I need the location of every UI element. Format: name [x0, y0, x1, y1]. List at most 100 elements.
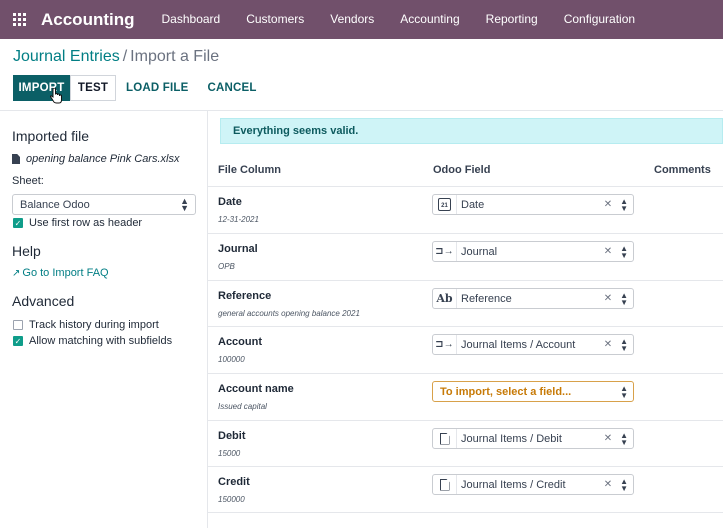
first-row-header-checkbox[interactable]: ✓	[13, 218, 23, 228]
text-icon: Ab	[433, 289, 457, 308]
header-file-column: File Column	[218, 164, 281, 176]
odoo-field-select[interactable]: To import, select a field... ▲ ▼	[432, 381, 634, 402]
column-sample: general accounts opening balance 2021	[218, 309, 360, 318]
validation-message: Everything seems valid.	[233, 125, 359, 137]
header-odoo-field: Odoo Field	[433, 164, 491, 176]
odoo-field-select[interactable]: Ab Reference ✕ ▲ ▼	[432, 288, 634, 309]
odoo-field-select[interactable]: Journal Items / Debit ✕ ▲ ▼	[432, 428, 634, 449]
chevron-updown-icon: ▲ ▼	[620, 336, 628, 353]
first-row-header-option[interactable]: ✓ Use first row as header	[13, 217, 142, 229]
odoo-field-placeholder: To import, select a field...	[440, 385, 572, 398]
column-sample: 150000	[218, 495, 245, 504]
import-faq-label: Go to Import FAQ	[22, 267, 109, 279]
odoo-field-select[interactable]: ⊐→ Journal ✕ ▲ ▼	[432, 241, 634, 262]
odoo-field-value: Date	[461, 198, 485, 211]
column-sample: 100000	[218, 355, 245, 364]
odoo-field-value: Reference	[461, 292, 512, 305]
chevron-updown-icon: ▲ ▼	[620, 196, 628, 213]
advanced-heading: Advanced	[12, 293, 75, 309]
action-buttons: IMPORT TEST LOAD FILE CANCEL	[13, 75, 257, 104]
table-row: Date 12-31-2021 21 Date ✕ ▲ ▼	[208, 186, 723, 233]
clear-icon[interactable]: ✕	[604, 246, 612, 257]
breadcrumb-separator: /	[122, 48, 128, 65]
calendar-icon: 21	[433, 195, 457, 214]
main-menu: Dashboard Customers Vendors Accounting R…	[149, 0, 649, 39]
menu-item-accounting[interactable]: Accounting	[387, 0, 472, 39]
column-name: Date	[218, 196, 242, 208]
track-history-checkbox[interactable]	[13, 320, 23, 330]
column-name: Reference	[218, 290, 272, 302]
imported-file: opening balance Pink Cars.xlsx	[12, 153, 179, 165]
clear-icon[interactable]: ✕	[604, 479, 612, 490]
hand-cursor-icon	[50, 88, 62, 104]
relation-icon: ⊐→	[433, 335, 457, 354]
menu-item-customers[interactable]: Customers	[233, 0, 317, 39]
menu-item-reporting[interactable]: Reporting	[473, 0, 551, 39]
sheet-select-value: Balance Odoo	[20, 198, 90, 211]
table-row: Debit 15000 Journal Items / Debit ✕ ▲ ▼	[208, 420, 723, 466]
menu-item-vendors[interactable]: Vendors	[317, 0, 387, 39]
header-comments: Comments	[654, 164, 711, 176]
test-button[interactable]: TEST	[70, 75, 116, 101]
cancel-button[interactable]: CANCEL	[208, 75, 257, 101]
sheet-label: Sheet:	[12, 175, 44, 187]
column-sample: Issued capital	[218, 402, 267, 411]
clear-icon[interactable]: ✕	[604, 339, 612, 350]
import-faq-link[interactable]: ↗ Go to Import FAQ	[12, 267, 109, 279]
menu-item-configuration[interactable]: Configuration	[551, 0, 648, 39]
external-link-icon: ↗	[12, 267, 21, 279]
table-row: Credit 150000 Journal Items / Credit ✕ ▲…	[208, 466, 723, 513]
help-heading: Help	[12, 243, 41, 259]
chevron-updown-icon: ▲ ▼	[620, 243, 628, 260]
table-row: Account name Issued capital To import, s…	[208, 373, 723, 420]
document-icon	[433, 429, 457, 448]
subfields-option[interactable]: ✓ Allow matching with subfields	[13, 335, 172, 347]
menu-item-dashboard[interactable]: Dashboard	[149, 0, 234, 39]
chevron-updown-icon: ▲ ▼	[180, 196, 189, 213]
chevron-updown-icon: ▲ ▼	[620, 383, 628, 400]
odoo-field-select[interactable]: 21 Date ✕ ▲ ▼	[432, 194, 634, 215]
table-row: Account 100000 ⊐→ Journal Items / Accoun…	[208, 326, 723, 373]
chevron-updown-icon: ▲ ▼	[620, 476, 628, 493]
top-navbar: Accounting Dashboard Customers Vendors A…	[0, 0, 723, 39]
odoo-field-value: Journal	[461, 245, 498, 258]
apps-menu-icon[interactable]	[13, 13, 26, 26]
subfields-checkbox[interactable]: ✓	[13, 336, 23, 346]
clear-icon[interactable]: ✕	[604, 293, 612, 304]
imported-file-heading: Imported file	[12, 128, 90, 144]
app-name[interactable]: Accounting	[41, 10, 135, 30]
breadcrumb-journal-entries[interactable]: Journal Entries	[13, 48, 120, 65]
column-sample: 12-31-2021	[218, 215, 259, 224]
validation-alert: Everything seems valid.	[220, 118, 723, 144]
track-history-label: Track history during import	[29, 319, 159, 331]
breadcrumb-current: Import a File	[130, 48, 220, 65]
relation-icon: ⊐→	[433, 242, 457, 261]
odoo-field-select[interactable]: ⊐→ Journal Items / Account ✕ ▲ ▼	[432, 334, 634, 355]
table-row: Journal OPB ⊐→ Journal ✕ ▲ ▼	[208, 233, 723, 280]
odoo-field-value: Journal Items / Account	[461, 338, 576, 351]
column-name: Account	[218, 336, 262, 348]
table-row: Reference general accounts opening balan…	[208, 280, 723, 326]
import-sidebar: Imported file opening balance Pink Cars.…	[0, 111, 208, 528]
chevron-updown-icon: ▲ ▼	[620, 290, 628, 307]
odoo-field-value: Journal Items / Credit	[461, 478, 566, 491]
load-file-button[interactable]: LOAD FILE	[126, 75, 189, 101]
column-name: Credit	[218, 476, 250, 488]
column-sample: 15000	[218, 449, 241, 458]
document-icon	[433, 475, 457, 494]
column-name: Account name	[218, 383, 294, 395]
sheet-select[interactable]: Balance Odoo ▲ ▼	[12, 194, 196, 215]
first-row-header-label: Use first row as header	[29, 217, 143, 229]
odoo-field-select[interactable]: Journal Items / Credit ✕ ▲ ▼	[432, 474, 634, 495]
breadcrumb: Journal Entries / Import a File	[13, 48, 219, 66]
column-name: Debit	[218, 430, 246, 442]
chevron-updown-icon: ▲ ▼	[620, 430, 628, 447]
column-name: Journal	[218, 243, 258, 255]
odoo-field-value: Journal Items / Debit	[461, 432, 562, 445]
subfields-label: Allow matching with subfields	[29, 335, 173, 347]
clear-icon[interactable]: ✕	[604, 433, 612, 444]
track-history-option[interactable]: Track history during import	[13, 319, 159, 331]
file-name: opening balance Pink Cars.xlsx	[26, 153, 180, 165]
column-sample: OPB	[218, 262, 235, 271]
clear-icon[interactable]: ✕	[604, 199, 612, 210]
